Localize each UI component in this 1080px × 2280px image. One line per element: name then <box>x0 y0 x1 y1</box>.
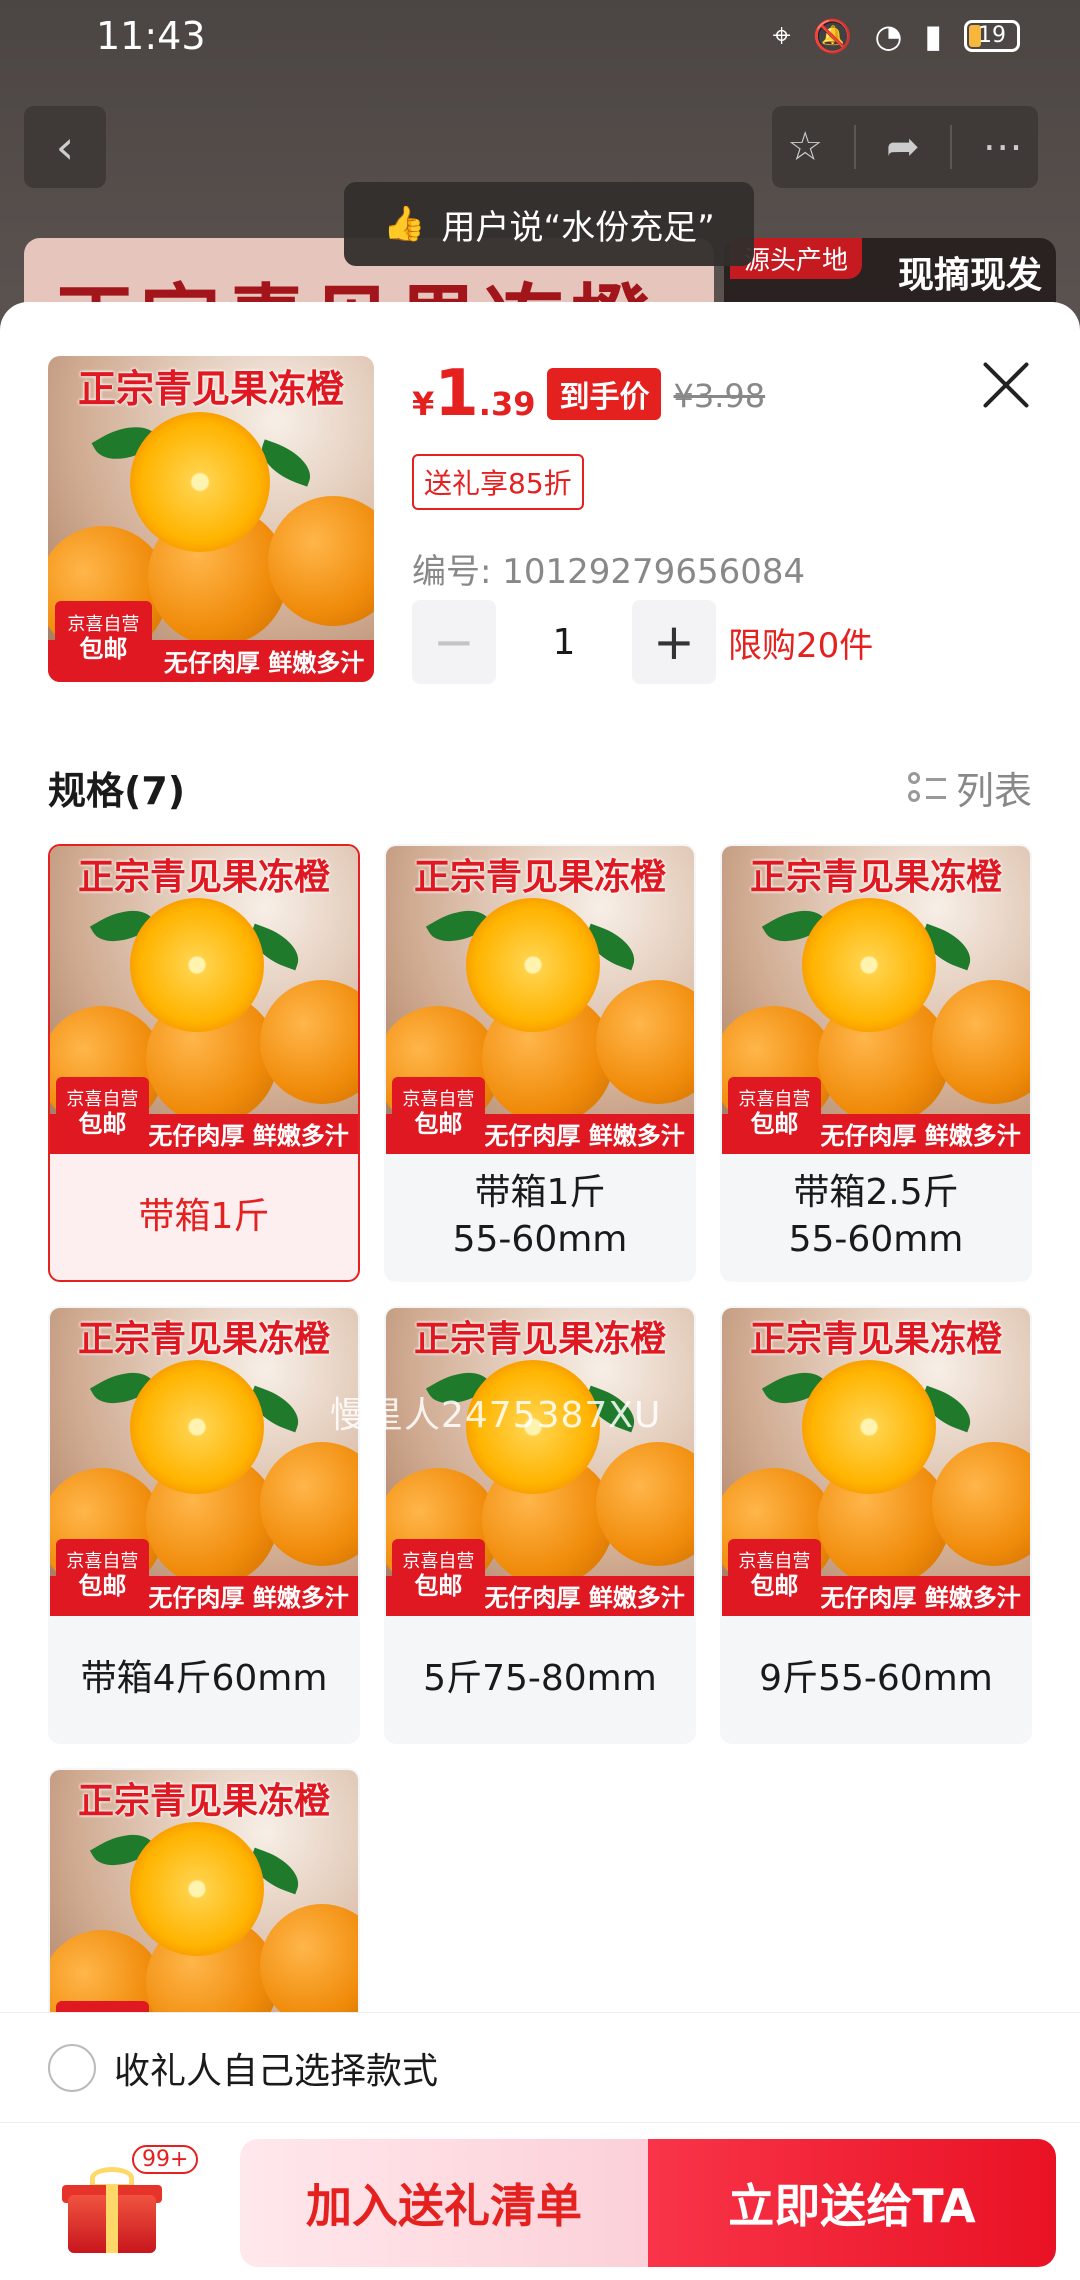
spec-option-image: 正宗青见果冻橙 无仔肉厚 鲜嫩多汁 京喜自营 包邮 <box>386 1308 694 1616</box>
location-icon: ⌖ <box>772 16 791 54</box>
increase-button[interactable]: + <box>632 600 716 684</box>
spec-image-title: 正宗青见果冻橙 <box>749 1318 1002 1360</box>
back-button[interactable]: ‹ <box>24 106 106 188</box>
spec-option-image: 正宗青见果冻橙 无仔肉厚 鲜嫩多汁 京喜自营 包邮 <box>722 1308 1030 1616</box>
orange-shape <box>260 980 358 1104</box>
spec-image-title: 正宗青见果冻橙 <box>77 1318 330 1360</box>
spec-image-title: 正宗青见果冻橙 <box>77 1780 330 1822</box>
spec-option[interactable]: 正宗青见果冻橙 无仔肉厚 鲜嫩多汁 京喜自营 包邮 带箱4斤60mm <box>48 1306 360 1744</box>
spec-option[interactable]: 正宗青见果冻橙 无仔肉厚 鲜嫩多汁 京喜自营 包邮 带箱1斤 55-60mm <box>384 844 696 1282</box>
review-highlight: 👍 用户说“水份充足” <box>344 182 754 266</box>
chevron-left-icon: ‹ <box>55 120 75 174</box>
spec-image-title: 正宗青见果冻橙 <box>413 1318 666 1360</box>
decrease-button[interactable]: − <box>412 600 496 684</box>
more-icon[interactable]: ⋯ <box>983 124 1023 170</box>
battery-icon: 19 <box>964 19 1020 52</box>
divider <box>950 125 953 169</box>
orange-shape <box>260 1442 358 1566</box>
favorite-star-icon[interactable]: ☆ <box>787 124 823 170</box>
status-bar: 11:43 ⌖ 🔕 ◔ ▮ 19 <box>0 0 1080 80</box>
quantity-stepper: − 1 + 限购20件 <box>412 600 873 684</box>
spec-option[interactable]: 正宗青见果冻橙 无仔肉厚 鲜嫩多汁 京喜自营 包邮 带箱2.5斤 55-60mm <box>720 844 1032 1282</box>
self-operated-mark: 京喜自营 包邮 <box>728 1539 821 1613</box>
review-text: 用户说“水份充足” <box>441 207 715 248</box>
divider <box>853 125 856 169</box>
spec-option-label: 5斤75-80mm <box>423 1657 657 1699</box>
spec-option[interactable]: 正宗青见果冻橙 无仔肉厚 鲜嫩多汁 京喜自营 包邮 带箱1斤 <box>48 844 360 1282</box>
alert-icon: ▮ <box>924 16 942 55</box>
product-thumbnail: 正宗青见果冻橙 无仔肉厚 鲜嫩多汁 京喜自营 包邮 <box>48 356 374 682</box>
orange-slice-shape <box>466 898 600 1032</box>
receiver-choice-row[interactable]: 收礼人自己选择款式 <box>0 2012 1080 2122</box>
spec-image-title: 正宗青见果冻橙 <box>413 856 666 898</box>
price-currency: ¥ <box>412 385 435 423</box>
gift-discount-tag: 送礼享85折 <box>412 454 584 510</box>
bottom-action-bar: 99+ 加入送礼清单 立即送给TA <box>0 2122 1080 2280</box>
send-now-button[interactable]: 立即送给TA <box>648 2139 1056 2267</box>
spec-option-label: 带箱1斤 <box>138 1195 270 1237</box>
receiver-choice-label: 收礼人自己选择款式 <box>114 2050 439 2092</box>
share-icon[interactable]: ➦ <box>886 124 920 170</box>
self-operated-mark: 京喜自营 包邮 <box>56 1539 149 1613</box>
spec-option-image: 正宗青见果冻橙 无仔肉厚 鲜嫩多汁 京喜自营 包邮 <box>50 846 358 1154</box>
receiver-choice-radio[interactable] <box>48 2043 96 2092</box>
price-decimal: .39 <box>478 385 536 423</box>
orange-shape <box>596 980 694 1104</box>
orange-slice-shape <box>466 1360 600 1494</box>
self-operated-mark: 京喜自营 包邮 <box>54 600 153 679</box>
product-image-title: 正宗青见果冻橙 <box>77 366 344 411</box>
spec-image-title: 正宗青见果冻橙 <box>77 856 330 898</box>
nav-actions: ☆ ➦ ⋯ <box>772 106 1038 188</box>
purchase-limit: 限购20件 <box>728 625 874 666</box>
orange-shape <box>932 980 1030 1104</box>
close-icon[interactable] <box>976 354 1036 414</box>
mute-icon: 🔕 <box>812 16 853 55</box>
status-time: 11:43 <box>96 14 206 58</box>
self-operated-mark: 京喜自营 包邮 <box>56 1077 149 1151</box>
quantity-value[interactable]: 1 <box>496 622 632 663</box>
sku-number: 编号: 10129279656084 <box>412 552 806 592</box>
orange-shape <box>596 1442 694 1566</box>
orange-shape <box>260 1904 358 2028</box>
orange-slice-shape <box>130 898 264 1032</box>
orange-shape <box>268 496 374 626</box>
self-operated-mark: 京喜自营 包邮 <box>392 1077 485 1151</box>
orange-slice-shape <box>802 1360 936 1494</box>
list-view-icon <box>907 770 946 806</box>
orange-slice-shape <box>130 412 270 552</box>
spec-option-label: 带箱2.5斤 55-60mm <box>788 1172 964 1260</box>
spec-option[interactable]: 正宗青见果冻橙 无仔肉厚 鲜嫩多汁 京喜自营 包邮 9斤55-60mm <box>720 1306 1032 1744</box>
self-operated-mark: 京喜自营 包邮 <box>728 1077 821 1151</box>
spec-option-label: 9斤55-60mm <box>759 1657 993 1699</box>
list-view-label: 列表 <box>955 769 1032 813</box>
wifi-icon: ◔ <box>874 16 903 55</box>
spec-option[interactable]: 正宗青见果冻橙 无仔肉厚 鲜嫩多汁 京喜自营 包邮 5斤75-80mm <box>384 1306 696 1744</box>
price-row: ¥ 1 .39 到手价 ¥3.98 <box>412 362 765 428</box>
orange-slice-shape <box>130 1360 264 1494</box>
spec-image-title: 正宗青见果冻橙 <box>749 856 1002 898</box>
spec-grid: 正宗青见果冻橙 无仔肉厚 鲜嫩多汁 京喜自营 包邮 带箱1斤 正宗青见果冻橙 无… <box>48 844 1032 2206</box>
spec-selection-sheet: 正宗青见果冻橙 无仔肉厚 鲜嫩多汁 京喜自营 包邮 ¥ 1 .39 到手价 ¥3… <box>0 302 1080 2280</box>
orange-shape <box>932 1442 1030 1566</box>
final-price-tag: 到手价 <box>547 368 662 420</box>
spec-option-image: 正宗青见果冻橙 无仔肉厚 鲜嫩多汁 京喜自营 包邮 <box>50 1308 358 1616</box>
status-icons: ⌖ 🔕 ◔ ▮ 19 <box>773 16 1020 55</box>
spec-section-title: 规格(7) <box>48 769 186 813</box>
price-integer: 1 <box>434 357 479 431</box>
original-price: ¥3.98 <box>673 377 766 415</box>
spec-option-label: 带箱4斤60mm <box>80 1657 328 1699</box>
spec-option-image: 正宗青见果冻橙 无仔肉厚 鲜嫩多汁 京喜自营 包邮 <box>722 846 1030 1154</box>
list-view-toggle[interactable]: 列表 <box>907 760 1032 815</box>
add-to-gift-list-button[interactable]: 加入送礼清单 <box>240 2139 648 2267</box>
hero-right-text: 现摘现发 <box>897 255 1042 296</box>
orange-slice-shape <box>130 1822 264 1956</box>
self-operated-mark: 京喜自营 包邮 <box>392 1539 485 1613</box>
orange-slice-shape <box>802 898 936 1032</box>
spec-option-image: 正宗青见果冻橙 无仔肉厚 鲜嫩多汁 京喜自营 包邮 <box>386 846 694 1154</box>
thumbs-up-icon: 👍 <box>383 204 426 244</box>
spec-option-label: 带箱1斤 55-60mm <box>452 1172 628 1260</box>
gift-count-badge: 99+ <box>132 2145 199 2174</box>
